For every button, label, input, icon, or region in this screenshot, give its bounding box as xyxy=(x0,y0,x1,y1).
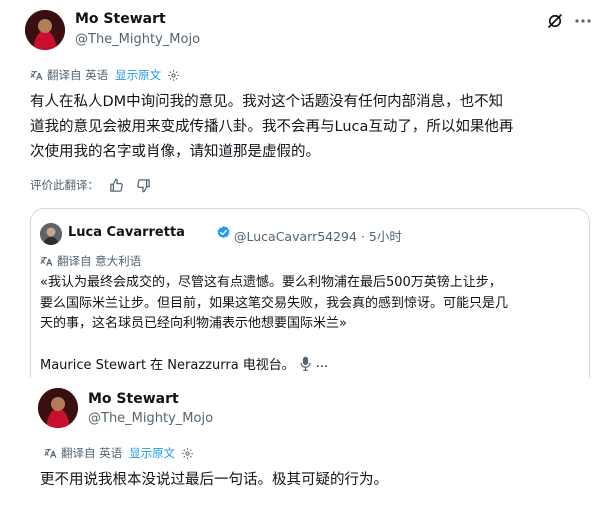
translate-icon xyxy=(44,447,57,460)
rate-label: 评价此翻译： xyxy=(30,178,99,192)
quote-line: 要么国际米兰让步。但目前，如果这笔交易失败，我会真的感到惊讶。可能只是几 xyxy=(40,295,509,311)
thumbs-down-icon[interactable] xyxy=(136,178,151,193)
tweet-text: 有人在私人DM中询问我的意见。我对这个话题没有任何内部消息，也不知 道我的意见会… xyxy=(30,90,590,165)
quote-author-name[interactable]: Luca Cavarretta xyxy=(68,225,185,240)
show-original-link[interactable]: 显示原文 xyxy=(129,445,175,461)
thumbs-up-icon[interactable] xyxy=(109,178,124,193)
quote-author-handle[interactable]: @LucaCavarr54294 xyxy=(234,229,357,244)
grok-icon[interactable] xyxy=(546,12,564,30)
avatar[interactable] xyxy=(38,388,78,428)
quote-translation-label: 翻译自 意大利语 xyxy=(57,254,142,268)
avatar[interactable] xyxy=(40,223,62,245)
translation-bar: 翻译自 英语 显示原文 xyxy=(44,445,194,461)
verified-badge-icon xyxy=(216,225,231,240)
tweet-text: 更不用说我根本没说过最后一句话。极其可疑的行为。 xyxy=(40,472,388,488)
tweet-line: 有人在私人DM中询问我的意见。我对这个话题没有任何内部消息，也不知 xyxy=(30,94,504,110)
gear-icon[interactable] xyxy=(181,447,194,460)
translation-label: 翻译自 英语 xyxy=(61,446,123,460)
translation-label: 翻译自 英语 xyxy=(47,68,109,82)
author-handle[interactable]: @The_Mighty_Mojo xyxy=(88,411,213,426)
microphone-icon xyxy=(299,356,312,371)
translate-icon xyxy=(40,255,53,268)
author-name[interactable]: Mo Stewart xyxy=(75,11,166,27)
rate-translation: 评价此翻译： xyxy=(30,177,151,193)
quote-line: «我认为最终会成交的，尽管这有点遗憾。要么利物浦在最后500万英镑上让步， xyxy=(40,275,502,290)
quote-text: «我认为最终会成交的，尽管这有点遗憾。要么利物浦在最后500万英镑上让步， 要么… xyxy=(40,273,585,335)
show-original-link[interactable]: 显示原文 xyxy=(115,67,161,83)
quote-translation-bar: 翻译自 意大利语 xyxy=(40,253,141,269)
translation-bar: 翻译自 英语 显示原文 xyxy=(30,67,180,83)
author-name[interactable]: Mo Stewart xyxy=(88,391,179,407)
author-handle[interactable]: @The_Mighty_Mojo xyxy=(75,32,200,47)
ellipsis: ... xyxy=(315,356,329,371)
quote-footer-text: Maurice Stewart 在 Nerazzurra 电视台。 xyxy=(40,358,295,373)
meta-dot: · xyxy=(360,229,369,244)
quote-footer: Maurice Stewart 在 Nerazzurra 电视台。 ... xyxy=(40,354,328,373)
more-icon[interactable] xyxy=(575,19,591,23)
tweet-line: 次使用我的名字或肖像，请知道那是虚假的。 xyxy=(30,144,320,160)
tweet-2: Mo Stewart @The_Mighty_Mojo 翻译自 英语 显示原文 … xyxy=(0,378,601,509)
quote-time[interactable]: 5小时 xyxy=(369,229,402,244)
avatar[interactable] xyxy=(25,10,65,50)
gear-icon[interactable] xyxy=(167,69,180,82)
quote-line: 天的事，这名球员已经向利物浦表示他想要国际米兰» xyxy=(40,316,347,331)
quote-meta: @LucaCavarr54294 · 5小时 xyxy=(234,226,402,245)
tweet-line: 道我的意见会被用来变成传播八卦。我不会再与Luca互动了，所以如果他再 xyxy=(30,119,514,135)
translate-icon xyxy=(30,69,43,82)
